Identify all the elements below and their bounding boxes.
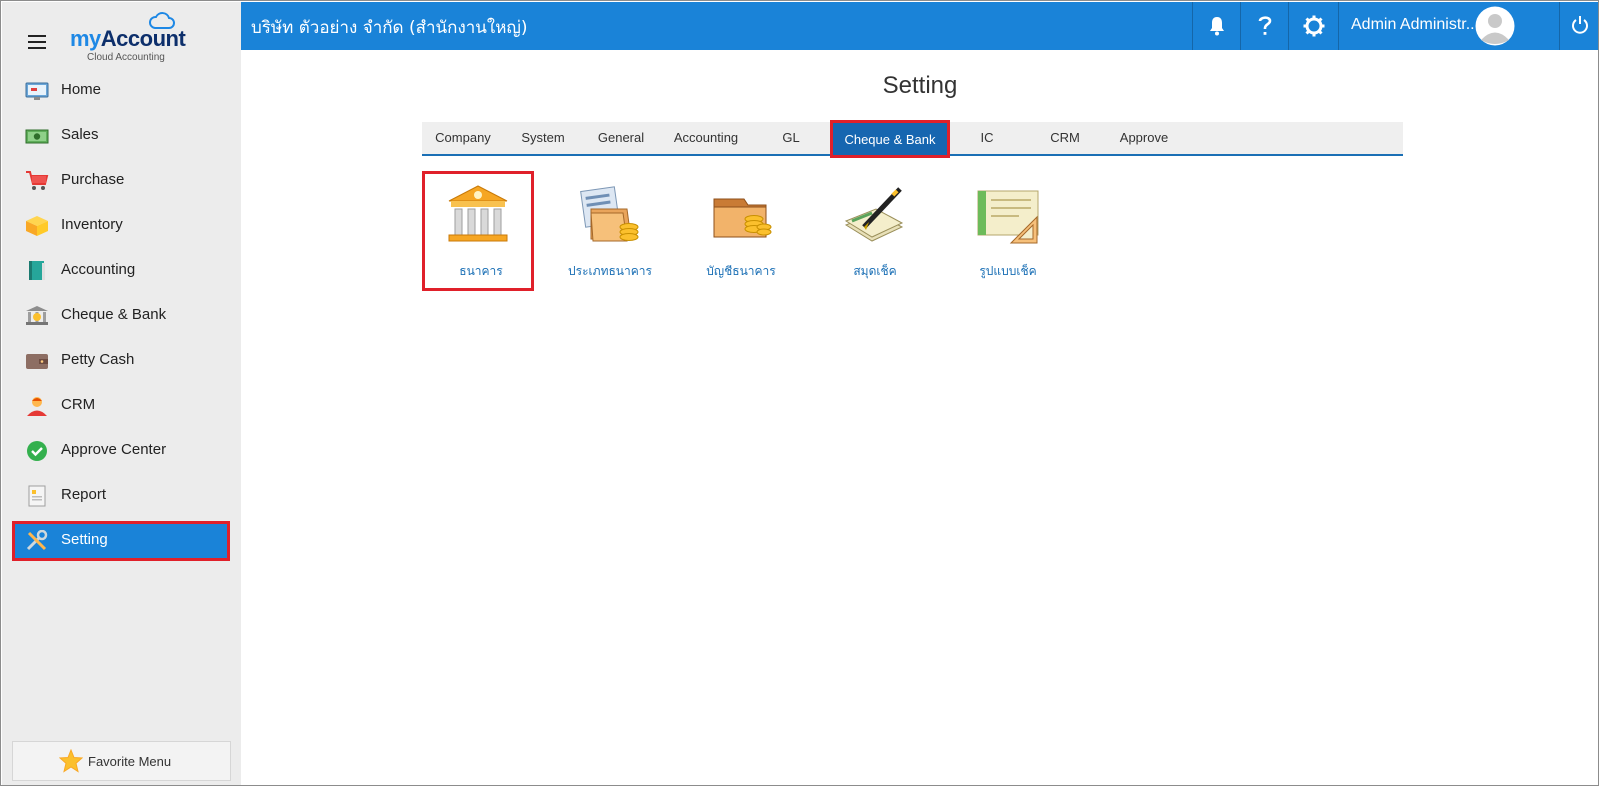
user-menu[interactable]: Admin Administr... [1338,2,1559,50]
sidebar-item-report[interactable]: Report [2,474,241,519]
power-icon [1572,16,1588,34]
sidebar-item-sales[interactable]: Sales [2,114,241,159]
sidebar-item-crm[interactable]: CRM [2,384,241,429]
user-name: Admin Administr... [1351,16,1480,33]
page-title: Setting [882,72,958,99]
sidebar-item-label: Report [61,486,107,503]
sidebar-item-accounting[interactable]: Accounting [2,249,241,294]
help-icon [1258,16,1272,35]
bell-icon [1210,17,1224,36]
company-name[interactable]: บริษัท ตัวอย่าง จำกัด (สำนักงานใหญ่) [251,14,528,41]
person-icon [27,397,47,416]
tile-label: บัญชีธนาคาร [706,264,776,278]
sidebar-nav: Home Sales Purchase Inventory Accounting… [2,69,241,564]
notification-button[interactable] [1192,2,1240,50]
star-icon [59,749,83,773]
tile-cheque-format[interactable]: รูปแบบเช็ค [952,171,1064,291]
tab-company[interactable]: Company [422,122,504,156]
app-window: myAccount Cloud Accounting Home Sales Pu… [0,0,1599,786]
tile-bank-type[interactable]: ประเภทธนาคาร [554,171,666,291]
settings-tabs: Company System General Accounting GL Che… [422,120,1403,158]
favorite-menu-button[interactable]: Favorite Menu [12,741,231,781]
sidebar-item-approve-center[interactable]: Approve Center [2,429,241,474]
sidebar-item-home[interactable]: Home [2,69,241,114]
hamburger-menu-icon[interactable] [28,35,46,49]
sidebar-item-label: Approve Center [61,441,167,458]
cheque-book-icon [844,187,904,242]
sidebar: myAccount Cloud Accounting Home Sales Pu… [2,2,241,785]
main-content: Setting Company System General Accountin… [241,50,1598,785]
cash-icon [25,129,49,144]
sidebar-item-petty-cash[interactable]: Petty Cash [2,339,241,384]
gear-icon [1303,15,1325,37]
bank-icon [26,306,48,325]
tab-crm[interactable]: CRM [1024,122,1106,156]
cheque-format-icon [977,190,1039,244]
tab-gl[interactable]: GL [752,122,830,156]
tile-bank[interactable]: ธนาคาร [422,171,534,291]
home-icon [25,82,49,100]
cart-icon [26,171,49,190]
sidebar-item-label: Home [61,81,102,98]
settings-button[interactable] [1288,2,1338,50]
logo-text: myAccount [70,26,186,51]
tile-label: ประเภทธนาคาร [568,264,652,278]
tab-system[interactable]: System [504,122,582,156]
sidebar-item-label: Inventory [61,216,123,233]
sidebar-item-label: CRM [61,396,96,413]
tools-icon [26,530,48,551]
favorite-menu-label: Favorite Menu [88,754,172,769]
logout-button[interactable] [1559,2,1598,50]
bank-type-icon [580,186,639,242]
tile-label: รูปแบบเช็ค [979,264,1037,278]
logo-subtitle: Cloud Accounting [87,52,165,63]
sidebar-item-label: Petty Cash [61,351,135,368]
sidebar-item-inventory[interactable]: Inventory [2,204,241,249]
tab-accounting[interactable]: Accounting [660,122,752,156]
sidebar-item-label: Accounting [61,261,136,278]
sidebar-item-label: Setting [61,531,108,548]
book-icon [29,261,45,280]
sidebar-item-label: Purchase [61,171,125,188]
box-icon [26,216,48,236]
sidebar-item-label: Sales [61,126,99,143]
tab-general[interactable]: General [582,122,660,156]
tile-bank-account[interactable]: บัญชีธนาคาร [685,171,797,291]
sidebar-item-cheque-bank[interactable]: Cheque & Bank [2,294,241,339]
tab-approve[interactable]: Approve [1106,122,1182,156]
sidebar-item-setting[interactable]: Setting [2,519,241,564]
bank-account-icon [713,198,772,238]
avatar [1475,6,1515,46]
wallet-icon [26,354,48,369]
tile-cheque-book[interactable]: สมุดเช็ค [819,171,931,291]
tab-cheque-bank[interactable]: Cheque & Bank [830,120,950,158]
brand-area: myAccount Cloud Accounting [2,2,241,72]
sidebar-item-purchase[interactable]: Purchase [2,159,241,204]
app-logo[interactable]: myAccount Cloud Accounting [70,10,190,66]
check-circle-icon [27,441,47,461]
help-button[interactable] [1240,2,1288,50]
sidebar-item-label: Cheque & Bank [61,306,167,323]
tile-label: สมุดเช็ค [853,264,897,278]
tab-ic[interactable]: IC [950,122,1024,156]
report-icon [28,485,46,507]
settings-tiles: ธนาคาร ประเภทธนาคาร บัญชีธนาคาร สมุดเช็ค… [422,171,1122,296]
bank-building-icon [448,185,508,242]
top-bar: บริษัท ตัวอย่าง จำกัด (สำนักงานใหญ่) Adm… [241,2,1598,50]
